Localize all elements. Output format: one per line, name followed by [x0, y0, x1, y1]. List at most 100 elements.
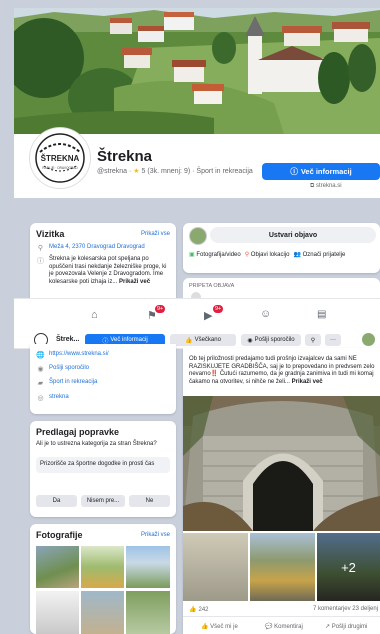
more-icon: ··· [330, 337, 336, 343]
photo-icon: ▣ [189, 252, 195, 258]
composer-card: Ustvari objavo ▣ Fotografija/video ⚲ Obj… [183, 223, 380, 273]
details-card: 🌐 https://www.strekna.si/ ◉ Pošlji sporo… [30, 344, 176, 414]
user-avatar [189, 227, 207, 245]
page-name: Štrekna [97, 148, 153, 165]
tag-friends-label: Označi prijatelje [302, 252, 346, 258]
page-avatar[interactable]: ŠTREKNA RADLJE · DRAVOGRAD [30, 128, 90, 188]
yes-button[interactable]: Da [36, 495, 77, 507]
reaction-summary[interactable]: 👍 242 [189, 606, 209, 614]
like-page-label: Všečkano [194, 337, 221, 343]
info-icon: ⓘ [37, 258, 44, 265]
unsure-button[interactable]: Nisem pre... [81, 495, 125, 507]
details-category[interactable]: Šport in rekreacija [49, 379, 97, 385]
tag-friends-button[interactable]: 👥 Označi prijatelje [293, 251, 345, 258]
groups-icon[interactable]: ☺ [260, 308, 271, 320]
video-icon[interactable]: ▶ [204, 309, 212, 322]
post-text-block: Ob tej priložnosti predajamo tudi prošnj… [189, 356, 377, 386]
intro-see-all[interactable]: Prikaži vse [141, 231, 170, 237]
like-page-button[interactable]: 👍 Všečkano [170, 334, 236, 346]
avatar-logo-text: ŠTREKNA [41, 154, 80, 163]
post-main-photo[interactable] [183, 396, 380, 531]
photo-thumbnail[interactable] [81, 546, 124, 588]
search-icon: ⚲ [310, 337, 316, 344]
photos-see-all[interactable]: Prikaži vse [141, 532, 170, 538]
suggest-question: Ali je to ustrezna kategorija za stran Š… [36, 441, 157, 447]
details-message[interactable]: Pošlji sporočilo [49, 365, 89, 371]
send-message-label: Pošlji sporočilo [254, 337, 295, 343]
page-handle: @strekna [97, 168, 128, 175]
more-options-button[interactable]: ··· [325, 334, 341, 346]
sticky-page-name: Štrek... [56, 336, 80, 343]
search-button[interactable]: ⚲ [305, 334, 321, 346]
photos-card: Fotografije Prikaži vse [30, 524, 176, 634]
intro-description-block: Štrekna je kolesarska pot speljana po op… [49, 256, 170, 286]
post-share-label: Pošlji drugimi [331, 624, 368, 630]
home-icon[interactable]: ⌂ [91, 309, 98, 321]
website-label: strekna.si [315, 183, 342, 189]
divider [183, 616, 380, 617]
post-photo-thumbnail[interactable] [250, 533, 315, 601]
photo-thumbnail[interactable] [36, 546, 79, 588]
thumbs-up-icon: 👍 [185, 337, 193, 344]
website-link[interactable]: ⧉ strekna.si [310, 183, 342, 190]
like-reaction-icon: 👍 [189, 607, 197, 613]
star-icon: ★ [133, 168, 140, 175]
post-like-button[interactable]: 👍 Všeč mi je [201, 623, 238, 630]
send-message-button[interactable]: ◉ Pošlji sporočilo [241, 334, 301, 346]
post-card: Ob tej priložnosti predajamo tudi prošnj… [183, 348, 380, 634]
post-see-more[interactable]: Prikaži več [292, 379, 323, 385]
intro-address[interactable]: Meža 4, 2370 Dravograd Dravograd [49, 244, 145, 250]
tag-people-icon: 👥 [293, 252, 301, 258]
reaction-count: 242 [198, 606, 209, 613]
website-url[interactable]: https://www.strekna.si/ [49, 351, 109, 357]
post-photo-thumbnail[interactable] [183, 533, 248, 601]
page-rating: 5 (3k. mnenj: 9) [141, 168, 191, 175]
page-category: Šport in rekreacija [196, 168, 253, 175]
marketplace-icon[interactable]: ▤ [317, 309, 326, 320]
tab-bar: ⌂ ⚑ 9+ ▶ 9+ ☺ ▤ [14, 298, 380, 334]
no-button[interactable]: Ne [129, 495, 170, 507]
checkin-label: Objavi lokacijo [250, 252, 290, 258]
photos-title: Fotografije [36, 530, 83, 540]
sticky-more-info-label: Več informacij [110, 337, 148, 343]
external-link-icon: ⧉ [310, 183, 315, 189]
checkin-button[interactable]: ⚲ Objavi lokacijo [245, 251, 290, 258]
folder-icon: ▰ [37, 380, 44, 387]
photo-video-label: Fotografija/video [196, 252, 241, 258]
intro-card: Vizitka Prikaži vse ⚲ Meža 4, 2370 Dravo… [30, 223, 176, 303]
more-photos-count[interactable]: +2 [317, 533, 380, 601]
messenger-icon: ◉ [247, 337, 253, 344]
notification-badge: 9+ [155, 305, 166, 313]
instagram-icon: ◎ [37, 395, 44, 402]
messenger-icon: ◉ [37, 366, 44, 373]
photo-thumbnail[interactable] [36, 591, 79, 634]
globe-icon: 🌐 [36, 352, 45, 359]
create-post-button[interactable]: Ustvari objavo [210, 227, 376, 243]
intro-title: Vizitka [36, 229, 65, 239]
comments-shares-count[interactable]: 7 komentarjev 23 deljenj [313, 606, 378, 612]
comment-icon: 💬 [265, 624, 273, 630]
details-handle[interactable]: strekna [49, 394, 69, 400]
pinned-post-card: PRIPETA OBJAVA [183, 278, 380, 298]
cover-photo[interactable] [14, 8, 380, 134]
photo-thumbnail[interactable] [81, 591, 124, 634]
post-comment-button[interactable]: 💬 Komentiraj [265, 623, 303, 630]
more-info-label: Več informacij [300, 167, 352, 176]
intro-see-more[interactable]: Prikaži več [119, 279, 150, 285]
suggested-category: Prizorišče za športne dogodke in prosti … [36, 457, 170, 473]
page-subtitle: @strekna · ★ 5 (3k. mnenj: 9) · Šport in… [97, 168, 253, 175]
photo-thumbnail[interactable] [126, 546, 170, 588]
post-share-button[interactable]: ↗ Pošlji drugimi [325, 623, 367, 630]
sticky-user-avatar[interactable] [362, 333, 375, 346]
location-pin-icon: ⚲ [37, 245, 44, 252]
post-text: Ob tej priložnosti predajamo tudi prošnj… [189, 356, 375, 385]
post-comment-label: Komentiraj [274, 624, 303, 630]
more-info-button[interactable]: ⓘ Več informacij [262, 163, 380, 180]
notification-badge: 9+ [213, 305, 224, 313]
location-pin-icon: ⚲ [244, 252, 250, 258]
post-photo-thumbnail[interactable]: +2 [317, 533, 380, 601]
photo-video-button[interactable]: ▣ Fotografija/video [189, 251, 241, 258]
post-like-label: Všeč mi je [210, 624, 238, 630]
pinned-post-label: PRIPETA OBJAVA [189, 283, 235, 289]
photo-thumbnail[interactable] [126, 591, 170, 634]
